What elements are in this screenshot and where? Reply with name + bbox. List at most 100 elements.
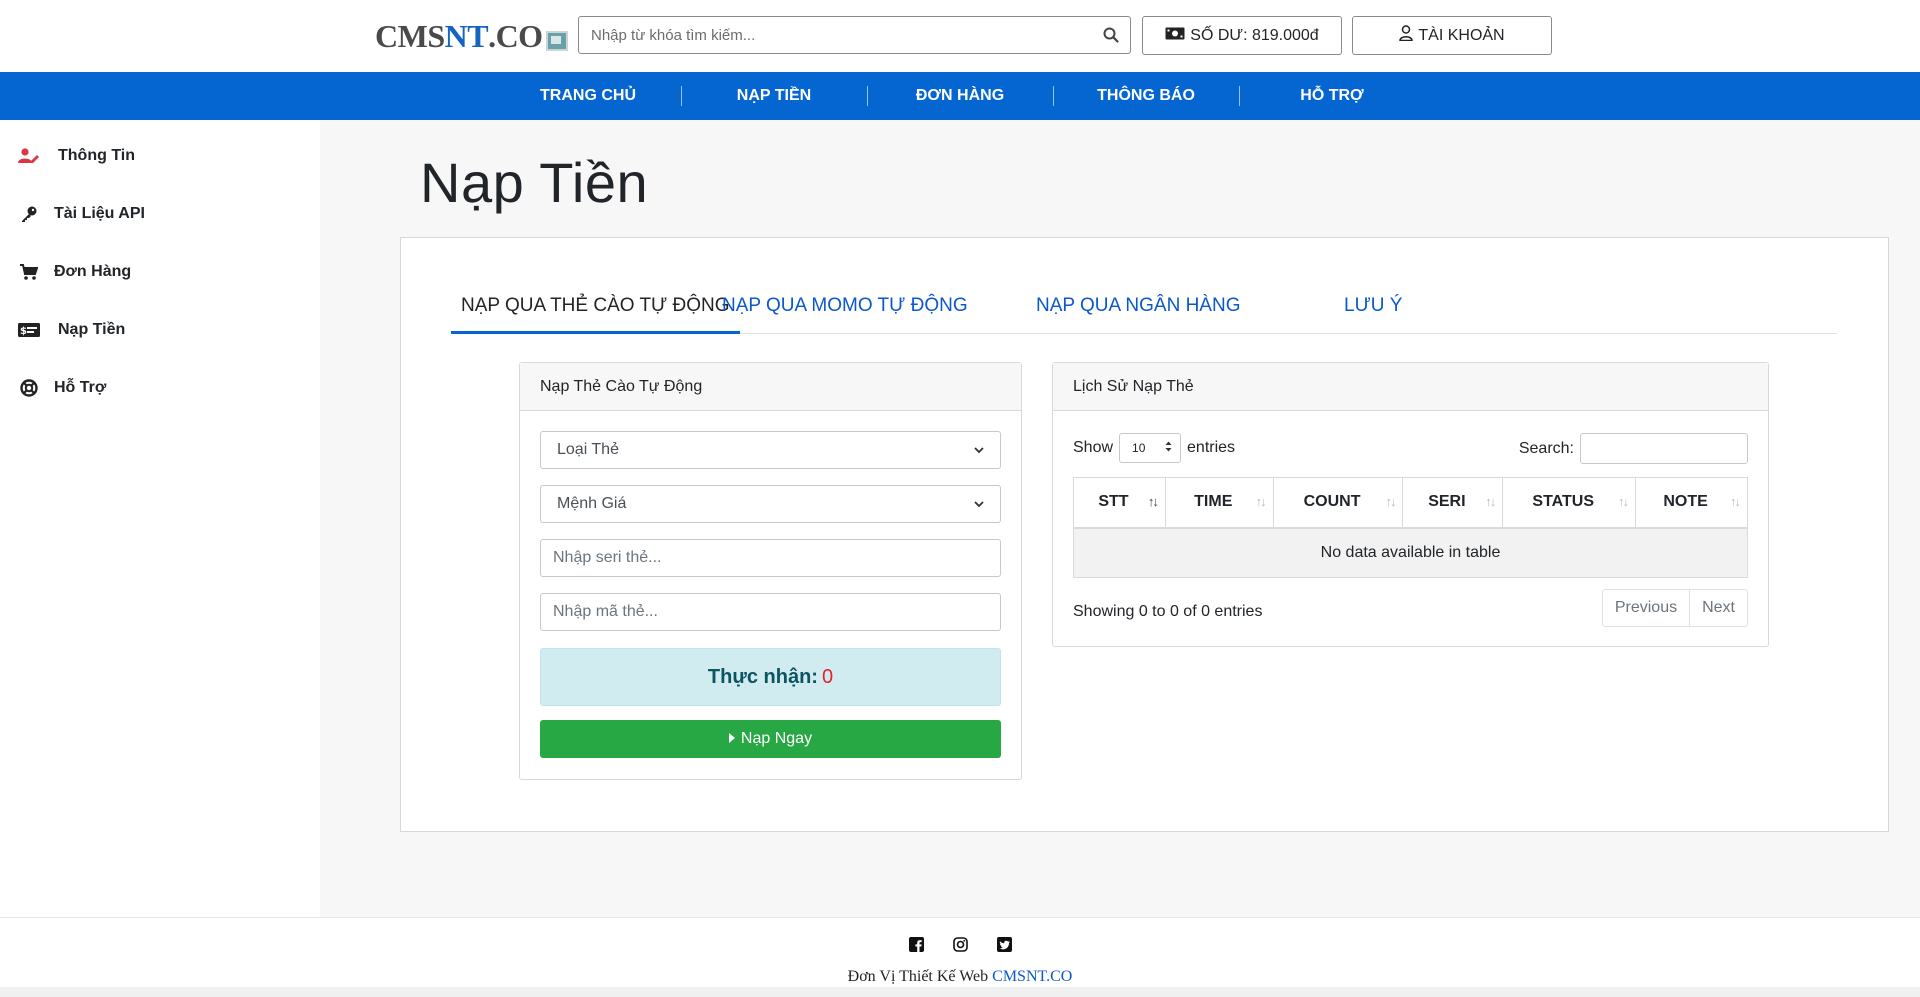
sort-icon: ↑↓ [1255,494,1267,509]
updown-icon [1165,441,1172,455]
serial-field [540,539,1001,577]
column-header-stt[interactable]: STT ↑↓ [1073,477,1166,529]
nav-item-notifications[interactable]: THÔNG BÁO [1053,86,1239,106]
caret-right-icon [728,730,735,748]
logo-text-prefix: CMS [375,18,445,54]
cart-icon [18,262,40,282]
topup-submit-button[interactable]: Nạp Ngay [540,720,1001,758]
table-search: Search: [1519,433,1748,464]
sidebar-item-topup[interactable]: $ Nạp Tiền [18,320,125,340]
search-bar [578,16,1131,54]
table-row: No data available in table [1073,527,1748,578]
site-header: CMSNT.CO SỐ DƯ: 819.000đ TÀI KHOẢN [0,0,1920,72]
sidebar-item-api-docs[interactable]: Tài Liệu API [18,204,145,224]
column-header-seri[interactable]: SERI ↑↓ [1402,477,1504,529]
page-title: Nạp Tiền [420,151,649,214]
nav-item-orders[interactable]: ĐƠN HÀNG [867,86,1053,106]
sidebar-item-label: Hỗ Trợ [54,379,107,396]
column-header-status[interactable]: STATUS ↑↓ [1502,477,1637,529]
money-icon [1165,27,1185,45]
sort-icon: ↑↓ [1730,494,1741,509]
facebook-icon[interactable] [908,936,924,952]
page-size-select[interactable]: 10 [1119,433,1182,463]
instagram-icon[interactable] [952,936,968,952]
submit-label: Nạp Ngay [740,730,813,747]
entries-label: entries [1187,439,1236,456]
money-card-icon: $ [18,320,40,340]
column-header-note[interactable]: NOTE ↑↓ [1635,477,1748,529]
receive-amount-box: Thực nhận: 0 [540,648,1001,706]
credit-brand-link[interactable]: CMSNT.CO [992,968,1072,985]
topup-form-title: Nạp Thẻ Cào Tự Động [520,363,1021,411]
key-icon [18,204,40,224]
logo-text-suffix: .CO [488,18,543,54]
denomination-select[interactable]: Mệnh Giá [540,485,1001,523]
account-button[interactable]: TÀI KHOẢN [1352,16,1552,55]
search-input[interactable] [579,17,1092,53]
user-edit-icon [18,146,40,166]
logo-badge-icon [545,30,568,51]
social-links [0,936,1920,952]
sidebar-item-profile[interactable]: Thông Tin [18,146,135,166]
nav-item-topup[interactable]: NẠP TIỀN [681,86,867,106]
pagination: Previous Next [1601,589,1748,627]
site-logo[interactable]: CMS NT .CO [375,18,568,55]
search-label: Search: [1518,439,1574,457]
logo-text-highlight: NT [444,18,489,54]
history-title: Lịch Sử Nạp Thẻ [1053,363,1768,411]
card-type-select[interactable]: Loại Thẻ [540,431,1001,469]
nav-item-home[interactable]: TRANG CHỦ [495,87,681,105]
column-header-count[interactable]: COUNT ↑↓ [1272,477,1404,529]
twitter-icon[interactable] [996,936,1012,952]
sidebar-item-support[interactable]: Hỗ Trợ [18,378,106,398]
page-size-value: 10 [1132,441,1146,455]
account-label: TÀI KHOẢN [1418,26,1505,44]
card-type-value: Loại Thẻ [557,441,619,458]
svg-text:$: $ [20,326,27,337]
sort-icon: ↑↓ [1385,494,1396,509]
table-info: Showing 0 to 0 of 0 entries [1073,603,1263,620]
main-content: Nạp Tiền NẠP QUA THẺ CÀO TỰ ĐỘNG NẠP QUA… [320,120,1920,917]
sort-icon: ↑↓ [1147,494,1159,509]
topup-panel: NẠP QUA THẺ CÀO TỰ ĐỘNG NẠP QUA MOMO TỰ … [400,237,1889,832]
page-bottom-strip [0,987,1920,997]
table-header-row: STT ↑↓ TIME ↑↓ COUNT ↑↓ SERI ↑↓ STATUS ↑↓ NOT… [1073,477,1748,529]
credit-text: Đơn Vị Thiết Kế Web [847,968,989,985]
page-size-control: Show 10 entries [1073,433,1235,463]
balance-label: SỐ DƯ: 819.000đ [1190,26,1319,44]
sidebar-item-label: Nạp Tiền [58,321,126,338]
user-icon [1399,25,1414,46]
card-code-input[interactable] [553,603,988,621]
previous-page-button[interactable]: Previous [1603,590,1689,626]
denomination-value: Mệnh Giá [557,495,627,512]
topup-tabs: NẠP QUA THẺ CÀO TỰ ĐỘNG NẠP QUA MOMO TỰ … [451,286,1837,334]
receive-amount: 0 [821,665,834,688]
tab-momo-auto[interactable]: NẠP QUA MOMO TỰ ĐỘNG [722,286,968,334]
tab-card-auto[interactable]: NẠP QUA THẺ CÀO TỰ ĐỘNG [451,286,740,334]
tab-notes[interactable]: LƯU Ý [1344,286,1402,334]
site-footer: Đơn Vị Thiết Kế Web CMSNT.CO [0,917,1920,987]
history-table: STT ↑↓ TIME ↑↓ COUNT ↑↓ SERI ↑↓ STATUS ↑↓ NOT… [1073,477,1748,578]
chevron-down-icon [974,495,984,513]
sort-icon: ↑↓ [1485,494,1496,509]
receive-label: Thực nhận: [707,665,818,688]
footer-credit: Đơn Vị Thiết Kế Web CMSNT.CO [0,968,1920,986]
lifebuoy-icon [18,378,40,398]
sidebar-item-label: Thông Tin [58,147,136,164]
sidebar-item-label: Đơn Hàng [54,263,132,280]
nav-item-support[interactable]: HỖ TRỢ [1239,86,1425,106]
table-search-input[interactable] [1580,433,1748,464]
serial-input[interactable] [553,549,988,567]
column-header-time[interactable]: TIME ↑↓ [1164,477,1274,529]
tab-bank[interactable]: NẠP QUA NGÂN HÀNG [1036,286,1240,334]
sidebar-item-orders[interactable]: Đơn Hàng [18,262,131,282]
code-field [540,593,1001,631]
main-nav: TRANG CHỦ NẠP TIỀN ĐƠN HÀNG THÔNG BÁO HỖ… [0,72,1920,120]
balance-button[interactable]: SỐ DƯ: 819.000đ [1142,16,1342,55]
next-page-button[interactable]: Next [1689,590,1747,626]
history-card: Lịch Sử Nạp Thẻ Show 10 entries Search: [1052,362,1769,647]
show-label: Show [1073,439,1114,456]
search-icon[interactable] [1092,17,1130,53]
chevron-down-icon [974,441,984,459]
topup-form-card: Nạp Thẻ Cào Tự Động Loại Thẻ Mệnh Giá Nh… [519,362,1022,780]
